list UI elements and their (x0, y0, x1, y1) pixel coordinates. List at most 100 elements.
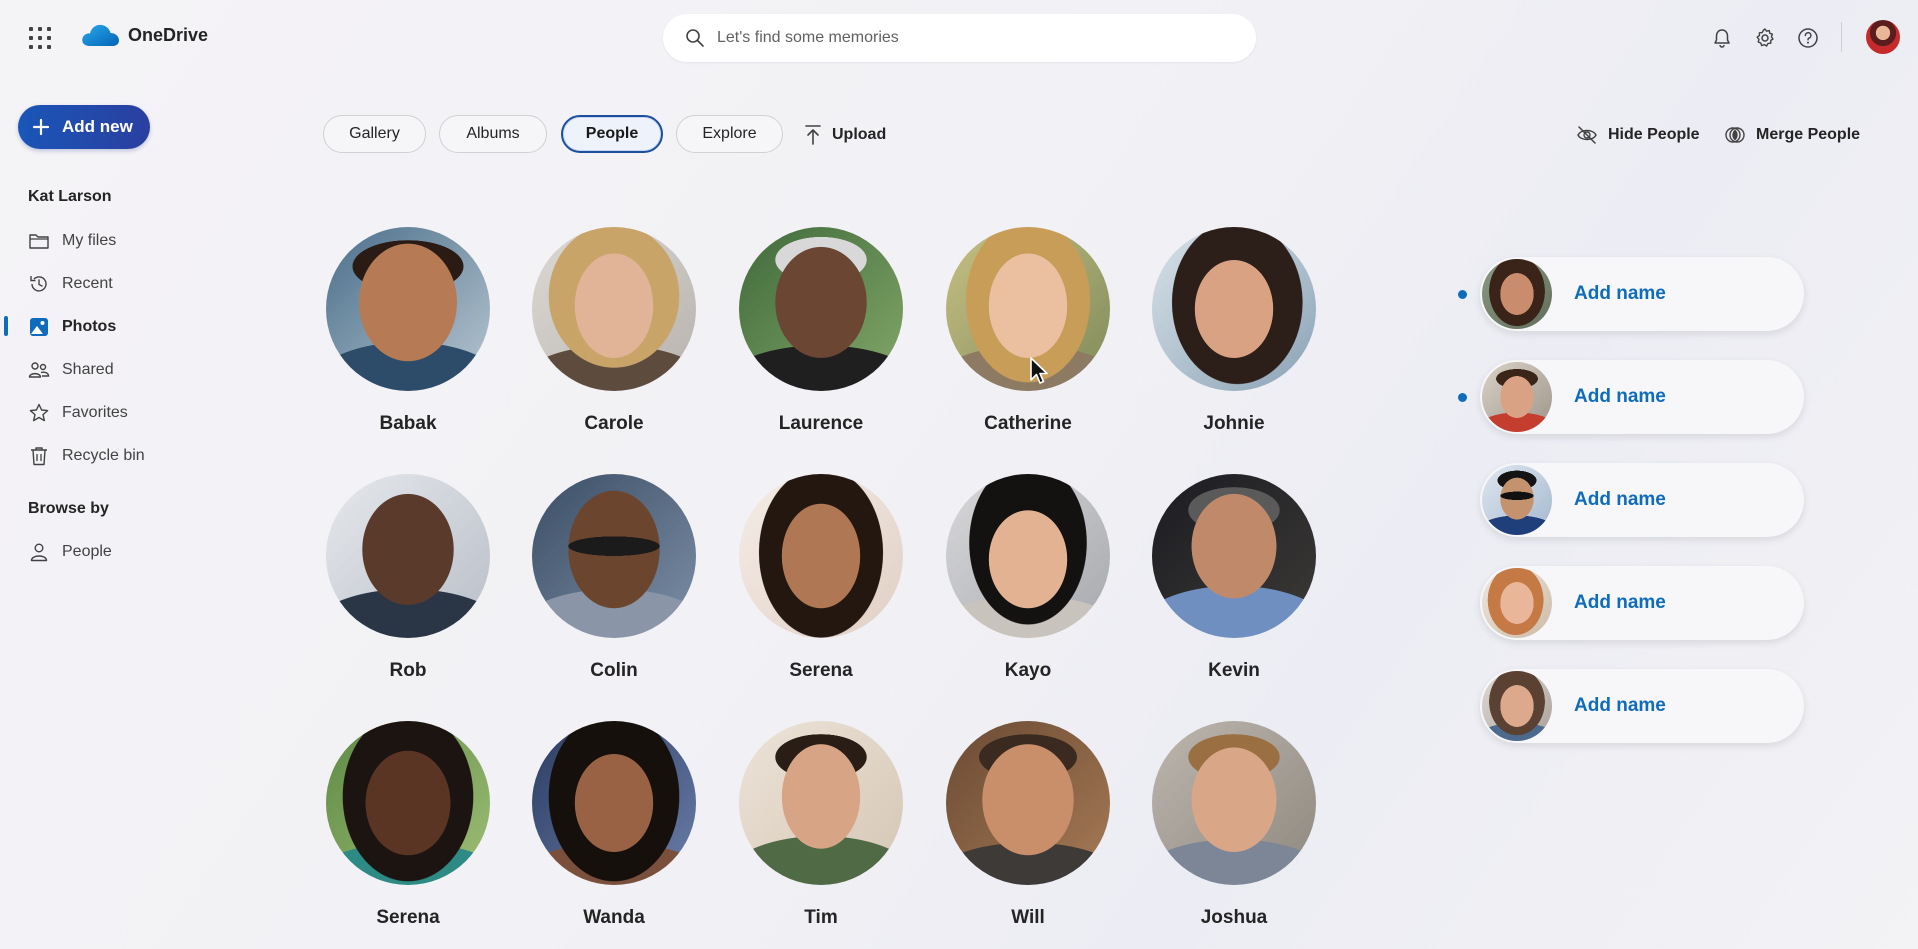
sidebar-item-label: Recent (62, 275, 113, 292)
hide-people-button[interactable]: Hide People (1576, 121, 1700, 149)
suggestion-photo (1482, 568, 1552, 638)
person-photo (326, 721, 490, 885)
person-card[interactable]: Kevin (1149, 474, 1319, 682)
sidebar-item-people[interactable]: People (28, 537, 112, 567)
sidebar-item-label: My files (62, 232, 117, 249)
suggestion-photo (1482, 465, 1552, 535)
person-photo (946, 474, 1110, 638)
upload-button[interactable]: Upload (804, 121, 886, 149)
person-photo (946, 227, 1110, 391)
add-name-label: Add name (1574, 592, 1666, 613)
upload-icon (805, 125, 821, 145)
sidebar-item-recent[interactable]: Recent (28, 269, 113, 299)
history-icon (30, 276, 47, 292)
sidebar-item-label: Recycle bin (62, 447, 145, 464)
person-card[interactable]: Tim (736, 721, 906, 929)
person-name: Kayo (1004, 660, 1052, 681)
person-photo (1152, 474, 1316, 638)
header-divider (1841, 22, 1842, 52)
merge-icon (1725, 127, 1745, 143)
person-name: Wanda (583, 907, 645, 928)
person-name: Colin (590, 660, 638, 681)
suggestion-photo (1482, 362, 1552, 432)
sidebar-item-label: Favorites (62, 404, 128, 421)
add-name-label: Add name (1574, 489, 1666, 510)
person-icon (30, 543, 48, 562)
tab-albums[interactable]: Albums (439, 115, 547, 153)
person-card[interactable]: Johnie (1149, 227, 1319, 435)
sidebar-item-shared[interactable]: Shared (28, 355, 114, 385)
sidebar-item-recycle-bin[interactable]: Recycle bin (28, 441, 145, 471)
user-name-heading: Kat Larson (28, 188, 112, 205)
person-card[interactable]: Kayo (943, 474, 1113, 682)
person-card[interactable]: Wanda (529, 721, 699, 929)
search-bar[interactable] (663, 14, 1256, 62)
person-name: Laurence (778, 413, 864, 434)
add-name-suggestion[interactable]: Add name (1480, 257, 1804, 331)
onedrive-brand[interactable]: OneDrive (80, 22, 208, 48)
browse-by-heading: Browse by (28, 500, 109, 517)
tab-gallery[interactable]: Gallery (323, 115, 426, 153)
account-avatar[interactable] (1866, 20, 1900, 54)
star-icon (29, 403, 49, 422)
person-card[interactable]: Babak (323, 227, 493, 435)
suggestion-photo (1482, 671, 1552, 741)
people-icon (28, 362, 50, 378)
person-card[interactable]: Carole (529, 227, 699, 435)
add-new-label: Add new (62, 117, 133, 136)
folder-icon (29, 234, 49, 249)
tab-people[interactable]: People (561, 115, 663, 153)
add-name-suggestion[interactable]: Add name (1480, 669, 1804, 743)
person-card[interactable]: Will (943, 721, 1113, 929)
person-photo (739, 474, 903, 638)
person-photo (1152, 227, 1316, 391)
person-card[interactable]: Colin (529, 474, 699, 682)
onedrive-logo-icon (82, 24, 119, 46)
person-photo (739, 721, 903, 885)
bell-icon[interactable] (1710, 26, 1734, 50)
person-photo (532, 474, 696, 638)
person-card[interactable]: Laurence (736, 227, 906, 435)
person-card[interactable]: Rob (323, 474, 493, 682)
trash-icon (31, 447, 47, 466)
person-photo (532, 227, 696, 391)
person-name: Babak (379, 413, 437, 434)
app-launcher-icon[interactable] (28, 26, 52, 50)
sidebar-item-my-files[interactable]: My files (28, 226, 116, 256)
hide-people-label: Hide People (1608, 126, 1700, 143)
gear-icon[interactable] (1753, 26, 1777, 50)
person-card[interactable]: Serena (736, 474, 906, 682)
add-name-label: Add name (1574, 386, 1666, 407)
add-name-label: Add name (1574, 283, 1666, 304)
person-card[interactable]: Catherine (943, 227, 1113, 435)
sidebar-item-label: Shared (62, 361, 114, 378)
person-name: Joshua (1200, 907, 1268, 928)
person-name: Will (1011, 907, 1045, 928)
help-icon[interactable] (1796, 26, 1820, 50)
person-card[interactable]: Joshua (1149, 721, 1319, 929)
person-photo (946, 721, 1110, 885)
person-photo (532, 721, 696, 885)
eye-off-icon (1577, 126, 1597, 144)
person-card[interactable]: Serena (323, 721, 493, 929)
add-name-suggestion[interactable]: Add name (1480, 360, 1804, 434)
person-photo (326, 474, 490, 638)
merge-people-button[interactable]: Merge People (1724, 121, 1860, 149)
person-name: Johnie (1203, 413, 1265, 434)
suggestion-photo (1482, 259, 1552, 329)
sidebar-item-favorites[interactable]: Favorites (28, 398, 128, 428)
app-name: OneDrive (128, 24, 209, 45)
add-new-button[interactable]: Add new (18, 105, 150, 149)
person-photo (1152, 721, 1316, 885)
person-name: Tim (804, 907, 838, 928)
sidebar-item-photos[interactable]: Photos (28, 312, 116, 342)
search-input[interactable] (717, 29, 1197, 47)
sidebar-item-label: Photos (62, 318, 117, 335)
tab-explore[interactable]: Explore (676, 115, 783, 153)
photo-icon (30, 318, 48, 336)
add-name-suggestion[interactable]: Add name (1480, 566, 1804, 640)
merge-people-label: Merge People (1756, 126, 1861, 143)
add-name-suggestion[interactable]: Add name (1480, 463, 1804, 537)
person-photo (326, 227, 490, 391)
person-name: Catherine (984, 413, 1072, 434)
